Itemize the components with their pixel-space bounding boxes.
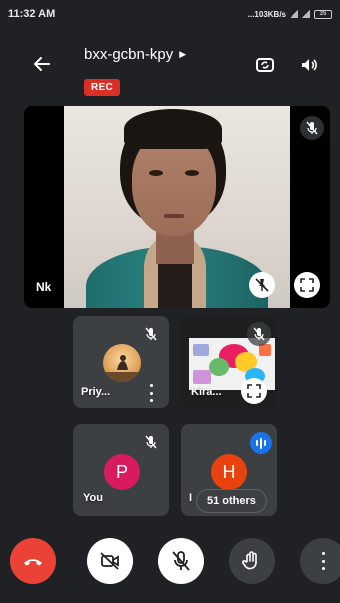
- mic-off-icon: [139, 322, 163, 346]
- camera-toggle-button[interactable]: [87, 538, 133, 584]
- speaking-indicator-icon: [250, 432, 272, 454]
- participant-name: Nk: [36, 280, 52, 294]
- chevron-right-icon: ▶: [179, 49, 187, 59]
- more-vert-icon[interactable]: [147, 384, 155, 402]
- mic-off-icon: [139, 430, 163, 454]
- mic-toggle-button[interactable]: [158, 538, 204, 584]
- signal-icon-2: [302, 10, 310, 18]
- speaker-icon[interactable]: [296, 52, 322, 78]
- back-arrow-icon[interactable]: [30, 52, 54, 76]
- call-controls: [0, 538, 340, 594]
- end-call-button[interactable]: [10, 538, 56, 584]
- participant-name: Kira...: [191, 386, 222, 398]
- avatar: H: [211, 454, 247, 490]
- others-count-button[interactable]: 51 others: [196, 489, 267, 513]
- mic-off-icon: [247, 322, 271, 346]
- status-indicators: ...103KB/s 35: [247, 9, 332, 19]
- battery-icon: 35: [314, 9, 332, 19]
- avatar: P: [104, 454, 140, 490]
- participant-name: I: [189, 492, 193, 504]
- mic-off-icon: [300, 116, 324, 140]
- participant-name: You: [83, 492, 103, 504]
- camera-off-icon: [100, 552, 119, 570]
- end-call-icon: [24, 559, 42, 566]
- meeting-code: bxx-gcbn-kpy: [84, 46, 174, 63]
- fullscreen-icon[interactable]: [241, 378, 267, 404]
- raise-hand-button[interactable]: [229, 538, 275, 584]
- participant-tile-you[interactable]: P You: [73, 424, 169, 516]
- main-participant-tile[interactable]: Nk: [24, 106, 330, 308]
- switch-camera-icon[interactable]: [252, 52, 278, 78]
- participant-tile-kira[interactable]: Kira...: [181, 316, 277, 408]
- fullscreen-icon[interactable]: [294, 272, 320, 298]
- unpin-icon[interactable]: [249, 272, 275, 298]
- meeting-header: bxx-gcbn-kpy ▶ REC: [0, 38, 340, 102]
- signal-icon: [290, 10, 298, 18]
- avatar: [103, 344, 141, 382]
- mic-off-icon: [172, 551, 190, 571]
- status-bar: 11:32 AM ...103KB/s 35: [0, 0, 340, 28]
- status-time: 11:32 AM: [8, 8, 56, 20]
- participant-tile-priy[interactable]: Priy...: [73, 316, 169, 408]
- recording-badge: REC: [84, 79, 121, 96]
- participant-name: Priy...: [81, 386, 111, 398]
- more-vert-icon: [319, 552, 327, 570]
- more-options-button[interactable]: [300, 538, 340, 584]
- net-speed: ...103KB/s: [247, 9, 286, 19]
- meeting-code-button[interactable]: bxx-gcbn-kpy ▶: [84, 46, 186, 63]
- raise-hand-icon: [242, 551, 257, 570]
